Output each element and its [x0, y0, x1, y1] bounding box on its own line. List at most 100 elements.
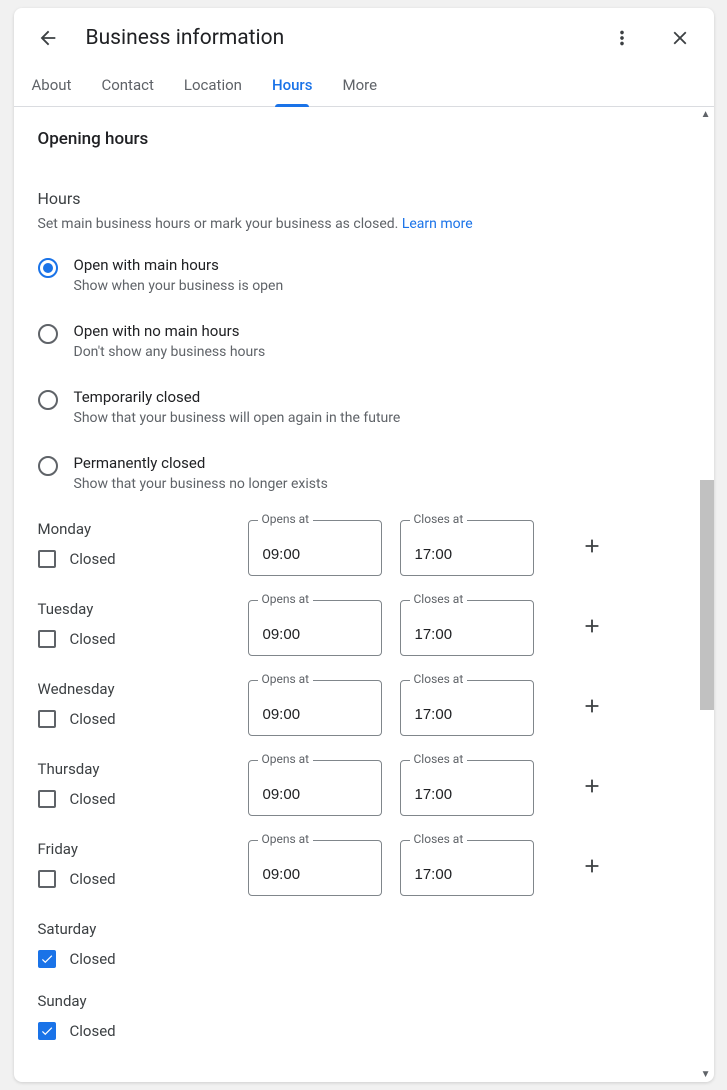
opens-at-input[interactable] [248, 760, 382, 816]
day-col: Saturday Closed [38, 920, 248, 968]
opens-at-field[interactable]: Opens at [248, 680, 382, 736]
tab-about[interactable]: About [32, 62, 72, 106]
closed-checkbox[interactable] [38, 870, 56, 888]
tab-location[interactable]: Location [184, 62, 242, 106]
opens-at-label: Opens at [258, 672, 314, 686]
radio-input[interactable] [38, 456, 58, 476]
radio-text: Permanently closed Show that your busine… [74, 454, 328, 492]
add-hours-button[interactable] [572, 608, 612, 648]
day-col: Wednesday Closed [38, 680, 248, 728]
radio-option-3[interactable]: Permanently closed Show that your busine… [38, 454, 690, 492]
day-name: Saturday [38, 920, 248, 938]
closed-checkbox-row[interactable]: Closed [38, 550, 248, 568]
radio-text: Open with no main hours Don't show any b… [74, 322, 266, 360]
day-col: Monday Closed [38, 520, 248, 568]
opens-at-input[interactable] [248, 520, 382, 576]
closes-at-input[interactable] [400, 520, 534, 576]
sub-desc-text: Set main business hours or mark your bus… [38, 216, 402, 232]
closed-label: Closed [70, 1022, 116, 1040]
closed-checkbox[interactable] [38, 790, 56, 808]
dialog-header: Business information [14, 8, 714, 62]
sub-description: Set main business hours or mark your bus… [38, 216, 690, 232]
days-list: Monday Closed Opens at Closes at Tuesday… [38, 520, 690, 1040]
closed-checkbox-row[interactable]: Closed [38, 870, 248, 888]
radio-option-0[interactable]: Open with main hours Show when your busi… [38, 256, 690, 294]
add-hours-button[interactable] [572, 768, 612, 808]
closed-label: Closed [70, 630, 116, 648]
opens-at-label: Opens at [258, 592, 314, 606]
radio-input[interactable] [38, 324, 58, 344]
closes-at-input[interactable] [400, 600, 534, 656]
radio-text: Temporarily closed Show that your busine… [74, 388, 401, 426]
time-fields: Opens at Closes at [248, 600, 612, 656]
opens-at-field[interactable]: Opens at [248, 760, 382, 816]
add-hours-button[interactable] [572, 848, 612, 888]
closes-at-field[interactable]: Closes at [400, 760, 534, 816]
day-name: Thursday [38, 760, 248, 778]
radio-input[interactable] [38, 390, 58, 410]
radio-option-2[interactable]: Temporarily closed Show that your busine… [38, 388, 690, 426]
scroll-down-arrow[interactable]: ▼ [701, 1069, 711, 1080]
opens-at-field[interactable]: Opens at [248, 840, 382, 896]
plus-icon [581, 615, 603, 641]
add-hours-button[interactable] [572, 688, 612, 728]
closed-checkbox[interactable] [38, 950, 56, 968]
add-hours-button[interactable] [572, 528, 612, 568]
opens-at-field[interactable]: Opens at [248, 600, 382, 656]
closed-label: Closed [70, 710, 116, 728]
closes-at-field[interactable]: Closes at [400, 680, 534, 736]
radio-input[interactable] [38, 258, 58, 278]
tab-hours[interactable]: Hours [272, 62, 313, 106]
opens-at-field[interactable]: Opens at [248, 520, 382, 576]
closes-at-label: Closes at [410, 752, 468, 766]
day-col: Tuesday Closed [38, 600, 248, 648]
time-fields: Opens at Closes at [248, 520, 612, 576]
closed-checkbox[interactable] [38, 1022, 56, 1040]
closes-at-input[interactable] [400, 840, 534, 896]
closed-checkbox[interactable] [38, 550, 56, 568]
radio-desc: Don't show any business hours [74, 344, 266, 360]
close-button[interactable] [660, 18, 700, 58]
opens-at-input[interactable] [248, 840, 382, 896]
more-vert-icon [611, 27, 633, 49]
plus-icon [581, 695, 603, 721]
closes-at-label: Closes at [410, 512, 468, 526]
radio-desc: Show that your business will open again … [74, 410, 401, 426]
scroll-up-arrow[interactable]: ▲ [701, 109, 711, 120]
section-title: Opening hours [38, 129, 690, 149]
back-button[interactable] [28, 18, 68, 58]
closes-at-field[interactable]: Closes at [400, 840, 534, 896]
sub-title: Hours [38, 189, 690, 208]
more-options-button[interactable] [602, 18, 642, 58]
tabs: About Contact Location Hours More [14, 62, 714, 107]
opens-at-label: Opens at [258, 752, 314, 766]
radio-text: Open with main hours Show when your busi… [74, 256, 284, 294]
closed-checkbox[interactable] [38, 710, 56, 728]
radio-label: Temporarily closed [74, 388, 401, 406]
closed-checkbox-row[interactable]: Closed [38, 790, 248, 808]
learn-more-link[interactable]: Learn more [402, 216, 473, 232]
closes-at-field[interactable]: Closes at [400, 600, 534, 656]
day-row-wednesday: Wednesday Closed Opens at Closes at [38, 680, 690, 736]
closes-at-input[interactable] [400, 680, 534, 736]
content-scroll: ▲ ▼ Opening hours Hours Set main busines… [14, 107, 714, 1082]
closes-at-field[interactable]: Closes at [400, 520, 534, 576]
closes-at-input[interactable] [400, 760, 534, 816]
tab-more[interactable]: More [342, 62, 377, 106]
closed-checkbox-row[interactable]: Closed [38, 1022, 248, 1040]
scrollbar-thumb[interactable] [700, 480, 714, 710]
opens-at-input[interactable] [248, 680, 382, 736]
closed-checkbox[interactable] [38, 630, 56, 648]
radio-label: Open with no main hours [74, 322, 266, 340]
day-name: Friday [38, 840, 248, 858]
day-name: Sunday [38, 992, 248, 1010]
closed-label: Closed [70, 550, 116, 568]
radio-option-1[interactable]: Open with no main hours Don't show any b… [38, 322, 690, 360]
tab-contact[interactable]: Contact [101, 62, 153, 106]
closed-checkbox-row[interactable]: Closed [38, 950, 248, 968]
closed-label: Closed [70, 870, 116, 888]
closed-checkbox-row[interactable]: Closed [38, 710, 248, 728]
hours-mode-radio-group: Open with main hours Show when your busi… [38, 256, 690, 492]
opens-at-input[interactable] [248, 600, 382, 656]
closed-checkbox-row[interactable]: Closed [38, 630, 248, 648]
